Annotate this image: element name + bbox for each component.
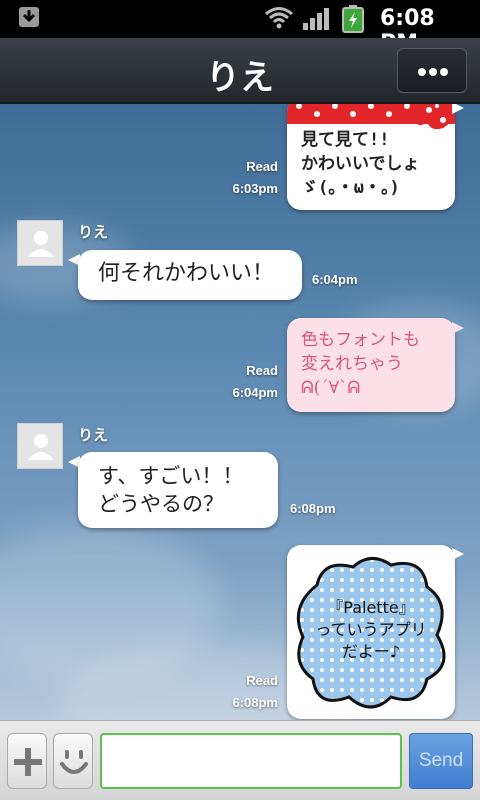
message-bubble-sent[interactable]: 『Palette』 っていうアプリ だよー♪: [287, 545, 455, 719]
more-options-button[interactable]: [397, 48, 467, 93]
signal-strength-icon: [302, 7, 330, 35]
battery-charging-icon: [342, 5, 364, 37]
avatar[interactable]: [17, 220, 63, 266]
message-bubble-sent[interactable]: 見て見て!! かわいいでしょ ゞ(。・ω・。): [287, 104, 455, 210]
message-time: 6:08pm: [290, 501, 336, 516]
sender-name: りえ: [78, 426, 109, 444]
message-list[interactable]: Read 6:03pm 見て見て!! かわいいでしょ ゞ(。・ω・。) りえ 何そ…: [0, 104, 480, 720]
default-user-icon: [28, 231, 54, 257]
default-user-icon: [28, 434, 54, 460]
read-receipt: Read 6:03pm: [232, 159, 278, 196]
sticker-button[interactable]: [53, 733, 93, 789]
message-input[interactable]: [100, 733, 402, 789]
message-time: 6:04pm: [312, 272, 358, 287]
wifi-icon: [264, 6, 294, 34]
message-bubble-received[interactable]: 何それかわいい！: [78, 250, 302, 300]
read-receipt: Read 6:04pm: [232, 363, 278, 400]
more-dots-icon: [418, 68, 426, 76]
attach-button[interactable]: [7, 733, 47, 789]
download-notification-icon: [18, 6, 40, 28]
avatar[interactable]: [17, 423, 63, 469]
sender-name: りえ: [78, 223, 109, 241]
status-bar: 6:08 PM: [0, 0, 480, 56]
smiley-icon: [60, 750, 88, 774]
chat-header: りえ: [0, 38, 480, 104]
read-receipt: Read 6:08pm: [232, 673, 278, 710]
compose-bar: Send: [0, 720, 480, 800]
message-bubble-sent[interactable]: 色もフォントも 変えれちゃう ᕱ(´∀`ᕱ: [287, 318, 455, 412]
plus-icon: [14, 748, 42, 776]
message-bubble-received[interactable]: す、すごい！！ どうやるの？: [78, 452, 278, 528]
send-button[interactable]: Send: [409, 733, 473, 789]
